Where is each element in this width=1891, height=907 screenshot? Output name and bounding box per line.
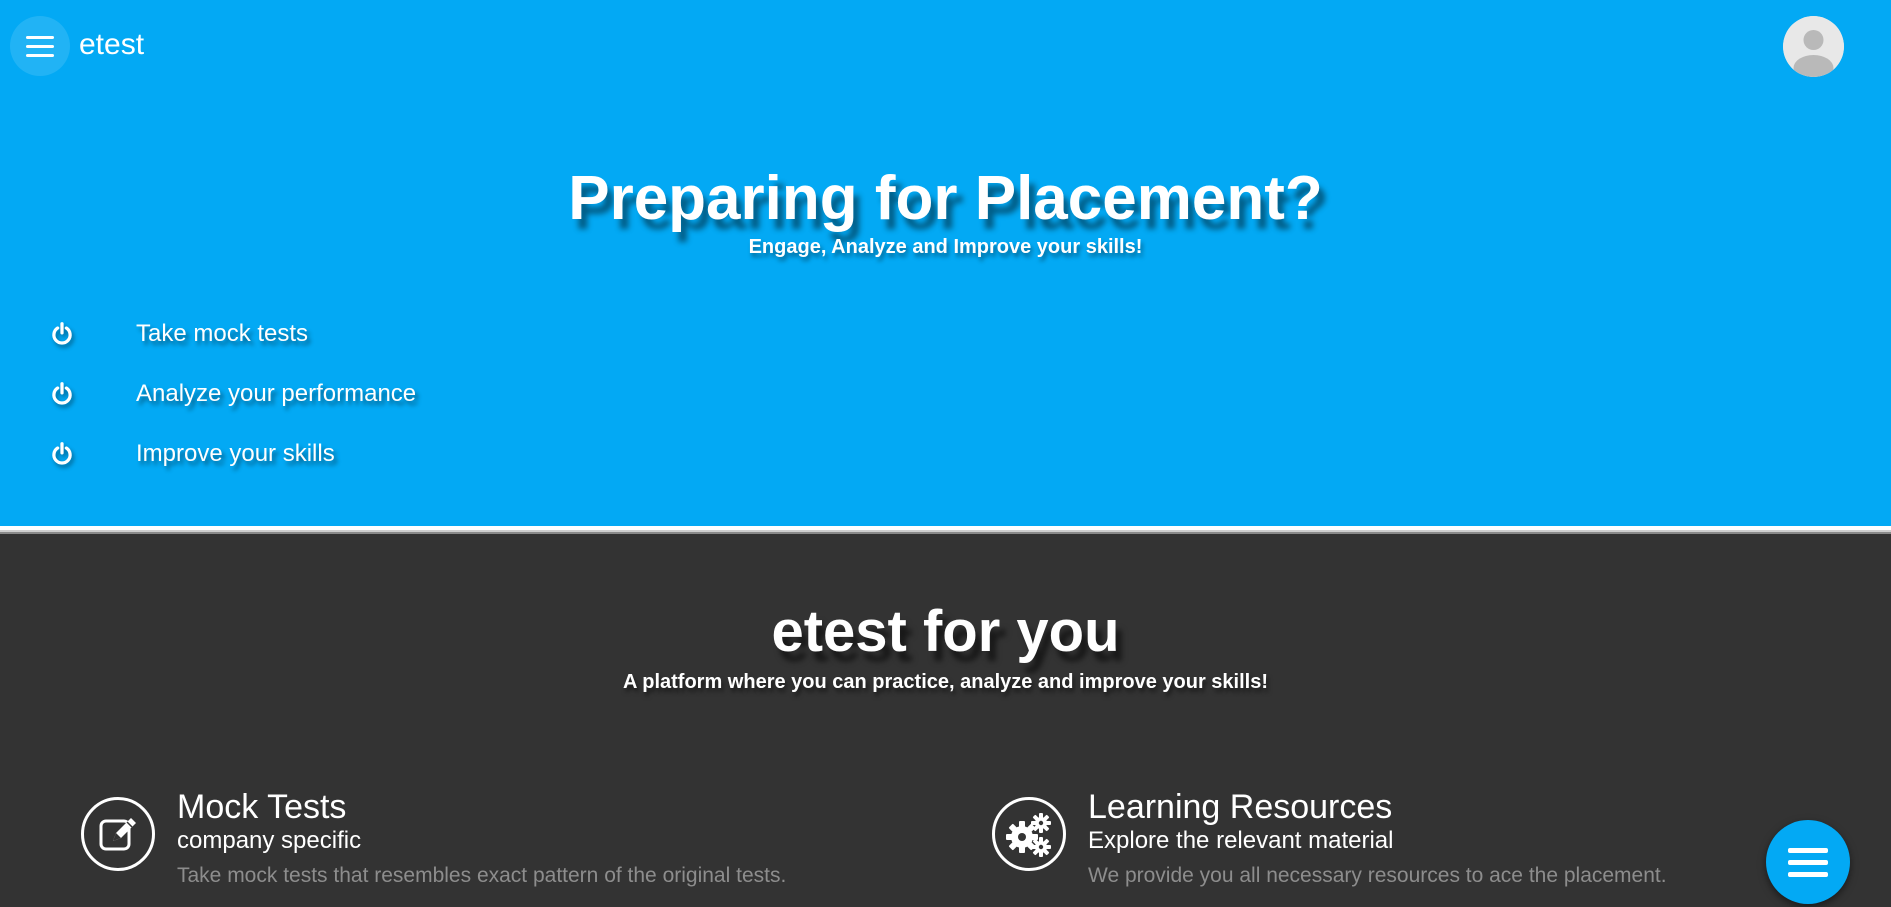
section-subtitle: A platform where you can practice, analy… [622, 671, 1269, 693]
section-divider [0, 526, 1891, 534]
power-icon [48, 440, 76, 468]
power-icon [48, 320, 76, 348]
hamburger-menu-icon [26, 35, 54, 39]
power-icon [48, 380, 76, 408]
floating-menu-button[interactable] [1766, 820, 1850, 904]
hero-subtitle: Engage, Analyze and Improve your skills! [748, 236, 1143, 258]
card-title: Learning Resources [1088, 788, 1393, 826]
avatar-button[interactable] [1783, 16, 1844, 77]
edit-icon [81, 797, 155, 871]
feature-label: Take mock tests [136, 320, 309, 347]
feature-label: Analyze your performance [136, 380, 417, 407]
card-description: We provide you all necessary resources t… [1088, 864, 1667, 887]
card-description: Take mock tests that resembles exact pat… [177, 864, 787, 887]
feature-item-mock-tests: Take mock tests [48, 316, 308, 352]
card-subtitle: Explore the relevant material [1088, 827, 1394, 854]
section-title: etest for you [771, 599, 1120, 664]
menu-button[interactable] [10, 16, 70, 76]
feature-label: Improve your skills [136, 440, 335, 467]
card-subtitle: company specific [177, 827, 362, 854]
feature-item-improve: Improve your skills [48, 436, 335, 472]
gears-icon [992, 797, 1066, 871]
list-menu-icon [1788, 847, 1828, 853]
brand-title[interactable]: etest [79, 28, 144, 62]
user-avatar-icon [1783, 16, 1844, 77]
hero-title: Preparing for Placement? [568, 164, 1323, 233]
feature-item-analyze: Analyze your performance [48, 376, 416, 412]
card-title: Mock Tests [177, 788, 347, 826]
